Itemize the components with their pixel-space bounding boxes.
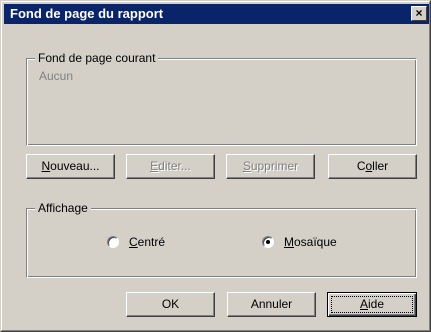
- display-legend: Affichage: [35, 201, 91, 215]
- title-bar: Fond de page du rapport ×: [4, 4, 429, 24]
- current-background-group: Fond de page courant Aucun: [26, 51, 417, 146]
- centre-label: Centré: [129, 235, 166, 249]
- close-icon: ×: [415, 6, 423, 20]
- centre-radio[interactable]: [107, 236, 119, 248]
- current-background-value: Aucun: [39, 69, 74, 83]
- mosaique-radio-option[interactable]: Mosaïque: [262, 234, 362, 250]
- ok-button[interactable]: OK: [126, 292, 215, 317]
- editer-button[interactable]: Editer...: [126, 154, 215, 179]
- centre-radio-option[interactable]: Centré: [107, 234, 187, 250]
- coller-button[interactable]: Coller: [328, 154, 417, 179]
- annuler-button[interactable]: Annuler: [227, 292, 316, 317]
- mosaique-radio[interactable]: [262, 236, 274, 248]
- nouveau-button[interactable]: Nouveau...: [26, 154, 115, 179]
- report-background-dialog: Fond de page du rapport × Fond de page c…: [0, 0, 431, 332]
- current-background-legend: Fond de page courant: [35, 51, 159, 65]
- dialog-title: Fond de page du rapport: [10, 6, 164, 21]
- close-button[interactable]: ×: [411, 6, 427, 21]
- display-group: Affichage Centré Mosaïque: [26, 201, 417, 278]
- mosaique-label: Mosaïque: [284, 235, 337, 249]
- supprimer-button[interactable]: Supprimer: [226, 154, 315, 179]
- aide-button[interactable]: Aide: [327, 292, 417, 317]
- radio-selected-dot: [266, 240, 270, 244]
